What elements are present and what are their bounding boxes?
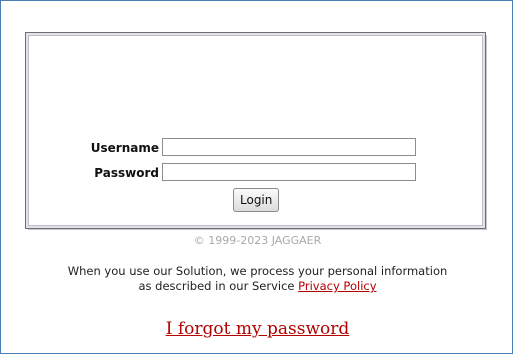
privacy-notice-line1: When you use our Solution, we process yo… (67, 264, 448, 278)
username-input[interactable] (162, 138, 416, 156)
privacy-policy-link[interactable]: Privacy Policy (298, 279, 376, 293)
login-panel: Username Password Login (25, 32, 486, 229)
username-row: Username (26, 138, 485, 158)
password-label: Password (94, 166, 159, 180)
username-label: Username (90, 141, 159, 155)
password-row: Password (26, 163, 485, 183)
privacy-notice: When you use our Solution, we process yo… (1, 264, 513, 294)
copyright-text: © 1999-2023 JAGGAER (193, 234, 322, 247)
login-button[interactable]: Login (233, 188, 280, 212)
page-frame: Username Password Login © 1999-2023 JAGG… (0, 0, 513, 354)
password-input[interactable] (162, 163, 416, 181)
forgot-password-link[interactable]: I forgot my password (1, 319, 513, 339)
privacy-notice-prefix: as described in our Service (138, 279, 299, 293)
privacy-notice-line2: as described in our Service Privacy Poli… (1, 279, 513, 294)
